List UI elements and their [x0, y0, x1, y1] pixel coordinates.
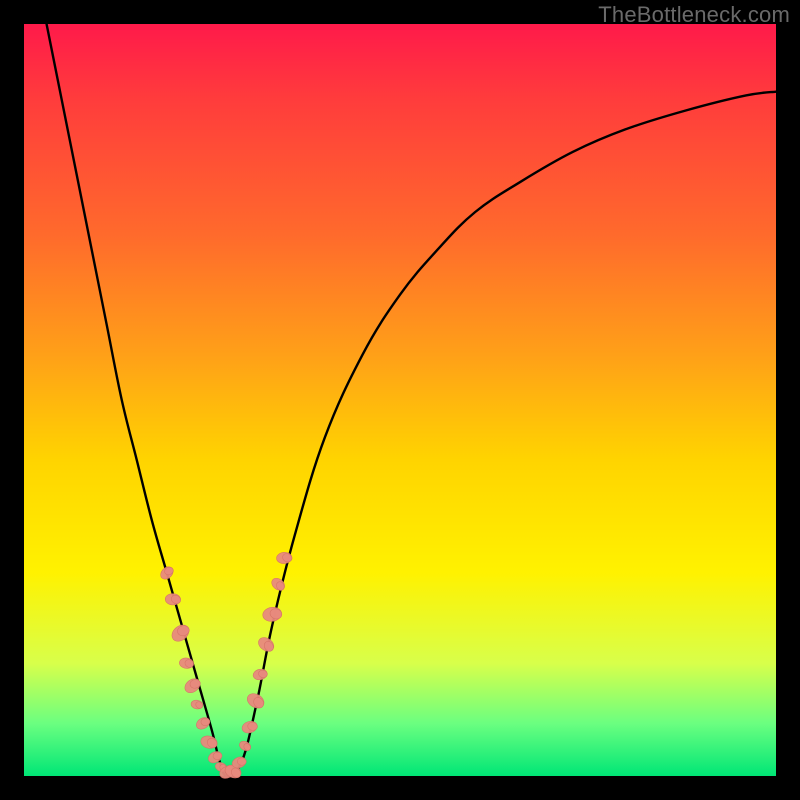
bottleneck-chart [24, 24, 776, 776]
chart-frame: TheBottleneck.com [0, 0, 800, 800]
data-marker [169, 622, 192, 645]
data-marker [165, 593, 182, 605]
data-marker [262, 606, 283, 623]
data-marker [256, 635, 276, 654]
plot-area [24, 24, 776, 776]
marker-group [158, 552, 293, 781]
data-marker [245, 691, 267, 711]
bottleneck-curve-path [47, 24, 776, 776]
data-marker [190, 699, 204, 710]
data-marker [182, 676, 202, 696]
data-marker [238, 739, 252, 752]
data-marker [241, 719, 259, 734]
data-marker [252, 668, 268, 681]
data-marker [158, 564, 175, 581]
